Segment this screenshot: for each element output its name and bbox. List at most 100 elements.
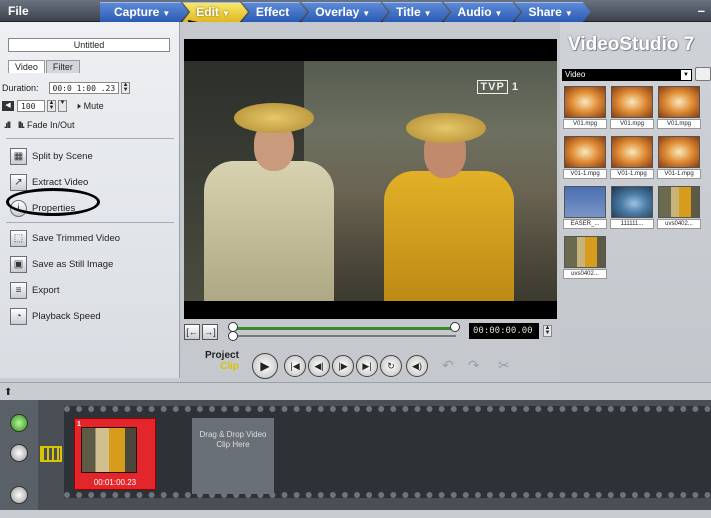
clip-title-field[interactable]: Untitled xyxy=(8,38,170,52)
split-scene-icon: ▦ xyxy=(10,148,27,165)
library-thumbnail[interactable]: V01.mpg xyxy=(610,86,654,130)
export-label: Export xyxy=(32,285,60,296)
channel-number: 1 xyxy=(511,81,519,93)
trim-icon: ⬚ xyxy=(10,230,27,247)
mute-icon[interactable]: 🕨 xyxy=(75,101,81,112)
volume-dropdown[interactable]: ▼ xyxy=(58,100,67,112)
project-clip-toggle[interactable]: Project Clip xyxy=(205,350,239,372)
redo-icon[interactable]: ↷ xyxy=(468,357,480,374)
undo-icon[interactable]: ↶ xyxy=(442,357,454,374)
preview-area: TVP 1 [← →] 00:00:00.00 ▲ ▼ Project Clip … xyxy=(180,22,560,382)
home-button[interactable]: |◀ xyxy=(284,355,306,377)
timecode-field[interactable]: 00:00:00.00 xyxy=(469,323,539,339)
tab-effect[interactable]: Effect xyxy=(242,2,307,22)
library-thumbnail[interactable]: uvs0402... xyxy=(657,186,701,230)
channel-logo-text: TVP xyxy=(477,80,508,94)
tab-filter[interactable]: Filter xyxy=(45,60,80,73)
tab-audio-label: Audio xyxy=(457,5,492,19)
chevron-down-icon: ▼ xyxy=(564,9,573,18)
minimize-button[interactable]: – xyxy=(698,3,705,18)
tab-effect-label: Effect xyxy=(255,5,290,19)
drop-zone[interactable]: Drag & Drop Video Clip Here xyxy=(192,418,274,494)
film-track-icon xyxy=(40,446,62,462)
export-icon: ≡ xyxy=(10,282,27,299)
thumbnail-caption: EASER_... xyxy=(563,219,607,229)
thumbnail-caption: V01.mpg xyxy=(657,119,701,129)
library-thumbnail[interactable]: 111111... xyxy=(610,186,654,230)
audio-view-button[interactable] xyxy=(10,486,28,504)
mark-in-button[interactable]: [← xyxy=(184,324,200,340)
library-thumbnail[interactable]: EASER_... xyxy=(563,186,607,230)
thumbnail-caption: V01-1.mpg xyxy=(563,169,607,179)
thumbnail-caption: V01-1.mpg xyxy=(610,169,654,179)
thumbnail-image xyxy=(611,86,653,118)
library-thumbnail[interactable]: V01-1.mpg xyxy=(610,136,654,180)
trim-scrubber[interactable] xyxy=(226,322,460,342)
mute-label: Mute xyxy=(83,101,104,111)
library-thumbnail[interactable]: uvs0402... xyxy=(563,236,607,280)
duration-label: Duration: xyxy=(2,83,39,93)
fade-out-icon[interactable]: llı. xyxy=(18,120,25,130)
next-frame-button[interactable]: |▶ xyxy=(332,355,354,377)
person-left xyxy=(204,161,334,301)
tab-video[interactable]: Video xyxy=(8,60,45,73)
storyboard-view-button[interactable] xyxy=(10,414,28,432)
library-thumbnail[interactable]: V01-1.mpg xyxy=(563,136,607,180)
timeline-view-button[interactable] xyxy=(10,444,28,462)
folder-icon[interactable] xyxy=(695,67,711,81)
duration-stepper[interactable]: ▲ ▼ xyxy=(121,82,131,94)
app-brand: VideoStudio 7 xyxy=(568,34,695,55)
split-by-scene-button[interactable]: ▦ Split by Scene xyxy=(10,148,93,165)
previous-frame-button[interactable]: ◀| xyxy=(308,355,330,377)
status-strip xyxy=(0,510,711,518)
save-trimmed-label: Save Trimmed Video xyxy=(32,233,121,244)
annotation-circle-icon xyxy=(6,188,100,216)
tab-audio[interactable]: Audio ▼ xyxy=(444,2,521,22)
library-thumbnail[interactable]: V01.mpg xyxy=(657,86,701,130)
preview-window: TVP 1 xyxy=(184,39,557,319)
timecode-stepper[interactable]: ▲ ▼ xyxy=(543,325,552,337)
thumbnail-image xyxy=(564,236,606,268)
clip-label: Clip xyxy=(220,361,239,372)
library-thumbnail[interactable]: V01.mpg xyxy=(563,86,607,130)
trim-controls: [← →] 00:00:00.00 ▲ ▼ xyxy=(184,322,557,344)
trim-range xyxy=(232,327,456,330)
scrub-handle[interactable] xyxy=(228,331,238,341)
clip-thumbnail xyxy=(81,427,137,473)
scrub-track xyxy=(232,335,456,337)
options-panel: Untitled Video Filter Duration: 00:0 1:0… xyxy=(0,22,180,378)
trim-end-handle[interactable] xyxy=(450,322,460,332)
person-right xyxy=(384,171,514,301)
scissors-icon[interactable]: ✂ xyxy=(498,357,510,374)
export-button[interactable]: ≡ Export xyxy=(10,282,59,299)
volume-stepper[interactable]: ▲ ▼ xyxy=(47,100,56,112)
library-category-select[interactable]: Video ▼ xyxy=(562,69,692,81)
fade-label: Fade In/Out xyxy=(27,120,75,130)
playback-speed-button[interactable]: ◔ Playback Speed xyxy=(10,308,101,325)
straw-hat-right xyxy=(406,113,486,143)
collapse-up-icon[interactable]: ⬆ xyxy=(4,387,12,398)
tab-overlay[interactable]: Overlay ▼ xyxy=(301,2,388,22)
volume-field[interactable]: 100 xyxy=(17,100,45,112)
save-still-image-button[interactable]: ▣ Save as Still Image xyxy=(10,256,113,273)
library-thumbnail[interactable]: V01-1.mpg xyxy=(657,136,701,180)
timeline-clip[interactable]: 1 00:01:00.23 xyxy=(74,418,156,490)
repeat-button[interactable]: ↻ xyxy=(380,355,402,377)
save-trimmed-video-button[interactable]: ⬚ Save Trimmed Video xyxy=(10,230,120,247)
play-button[interactable]: ▶ xyxy=(252,353,278,379)
duration-field[interactable]: 00:0 1:00 .23 xyxy=(48,82,120,94)
tab-share[interactable]: Share ▼ xyxy=(514,2,590,22)
thumbnail-image xyxy=(611,186,653,218)
mark-out-button[interactable]: →] xyxy=(202,324,218,340)
project-label: Project xyxy=(205,350,239,361)
chevron-down-icon: ▼ xyxy=(494,9,503,18)
tab-title[interactable]: Title ▼ xyxy=(382,2,449,22)
fade-in-icon[interactable]: .ıll xyxy=(4,120,11,130)
divider xyxy=(6,138,174,139)
file-menu[interactable]: File xyxy=(0,0,100,22)
volume-button[interactable]: ◀) xyxy=(406,355,428,377)
volume-row: ◀ 100 ▲ ▼ ▼ 🕨 Mute xyxy=(2,100,104,112)
end-button[interactable]: ▶| xyxy=(356,355,378,377)
speed-icon: ◔ xyxy=(10,308,27,325)
thumbnail-image xyxy=(658,186,700,218)
